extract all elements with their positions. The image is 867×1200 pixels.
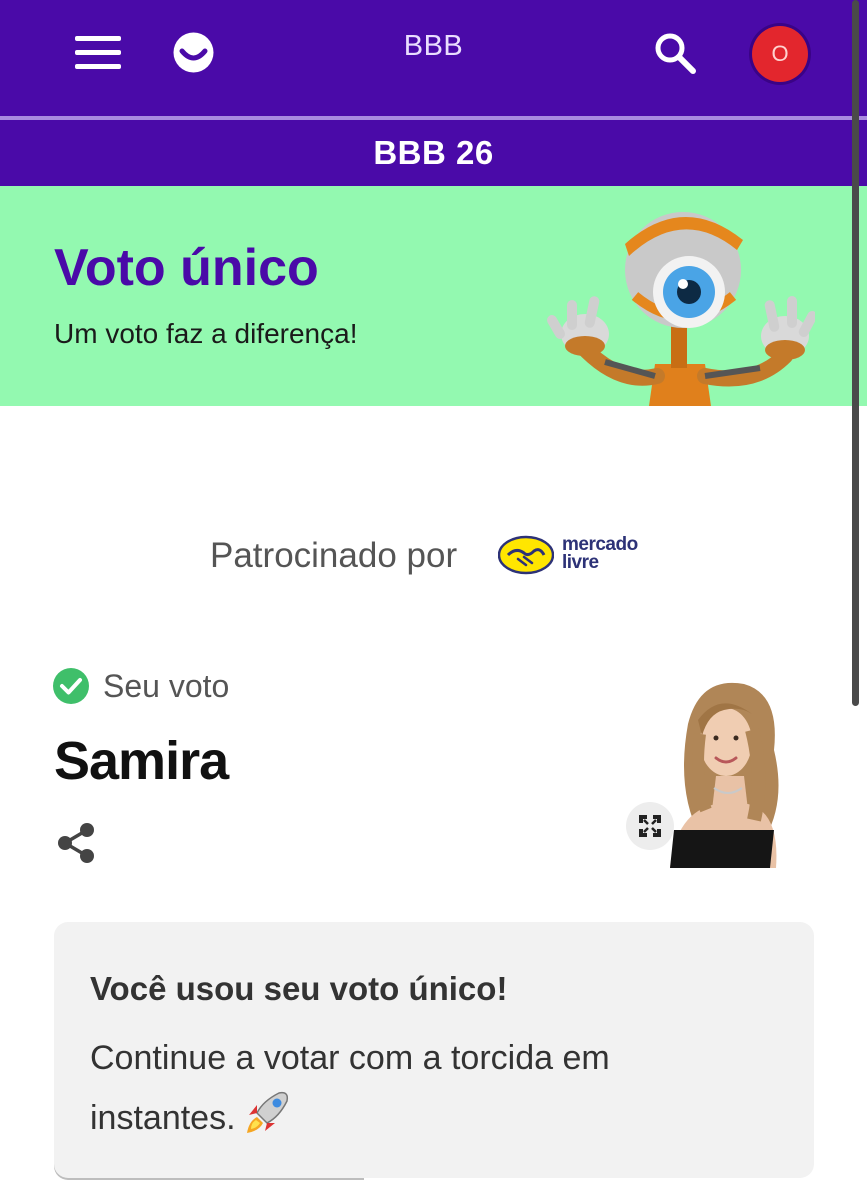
expand-icon (639, 815, 661, 837)
header-title: BBB (403, 30, 464, 62)
expand-photo-button[interactable] (626, 802, 674, 850)
info-card-title: Você usou seu voto único! (90, 970, 508, 1007)
sponsor-label: Patrocinado por (210, 536, 458, 575)
candidate-name: Samira (54, 731, 229, 791)
share-icon[interactable] (56, 822, 96, 864)
vote-status-label: Seu voto (103, 668, 230, 704)
big-brother-eye-mascot (547, 212, 815, 406)
hero-title: Voto único (54, 239, 319, 297)
info-card: Você usou seu voto único! Continue a vot… (54, 922, 814, 1178)
info-card-body: Continue a votar com a torcida em instan… (90, 1028, 730, 1154)
top-bar: BBB O (0, 0, 867, 116)
hero-banner: Voto único Um voto faz a diferença! (0, 186, 867, 406)
user-avatar[interactable]: O (752, 26, 808, 82)
mercado-livre-wordmark: mercado livre (562, 534, 638, 573)
mercado-livre-logo[interactable] (498, 535, 554, 575)
hero-subtitle: Um voto faz a diferença! (54, 318, 358, 349)
rocket-emoji (245, 1089, 291, 1154)
page: BBB O BBB 26 Voto único Um voto faz a di… (0, 0, 867, 1200)
search-icon[interactable] (652, 30, 698, 76)
section-title: BBB 26 (0, 120, 867, 186)
check-circle-icon (53, 668, 89, 704)
scrollbar[interactable] (852, 0, 859, 706)
